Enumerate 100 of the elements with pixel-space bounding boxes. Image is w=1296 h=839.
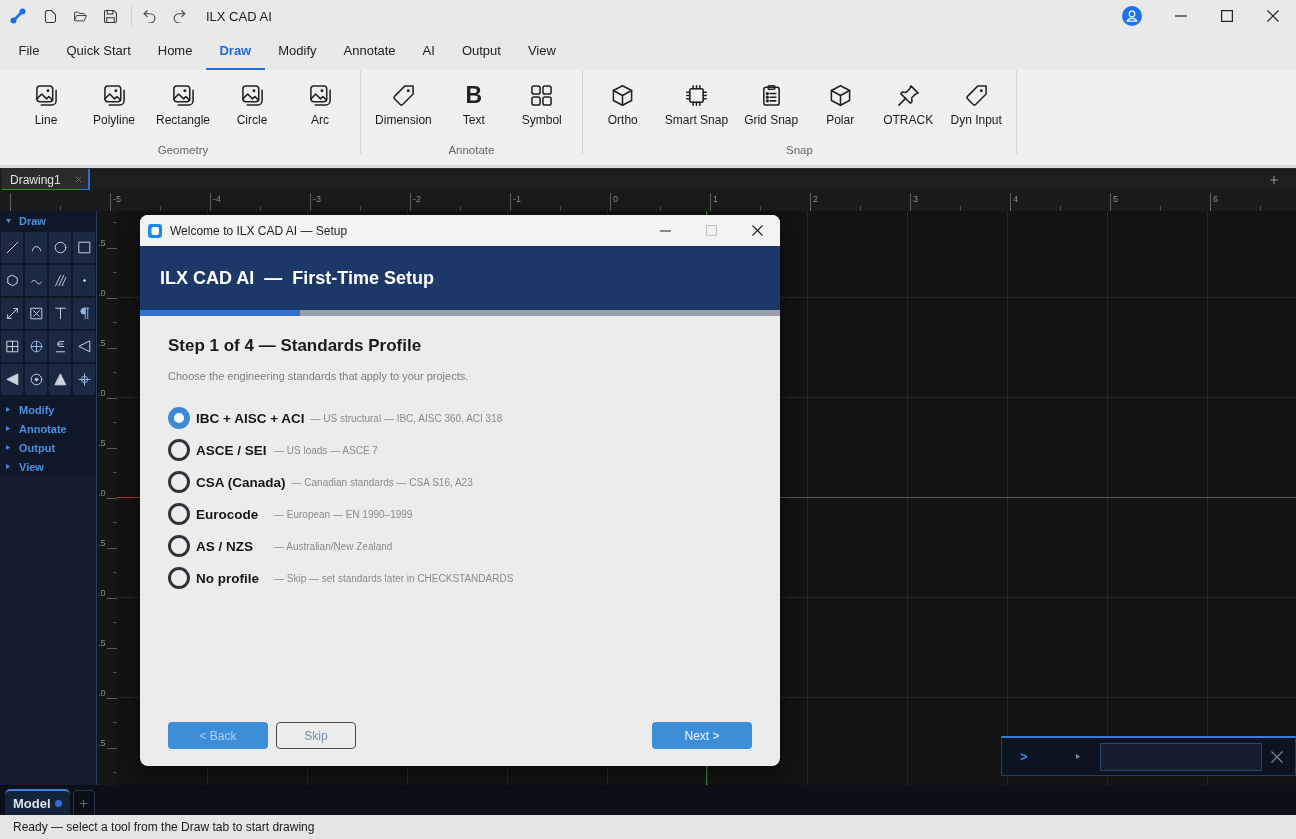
ruler-label: .0: [98, 288, 106, 298]
ruler-label: 3: [913, 194, 918, 204]
image-icon: [34, 84, 58, 107]
ribbon-button[interactable]: Grid Snap: [736, 84, 807, 127]
maximize-icon: [1221, 10, 1233, 22]
ruler-label: .0: [98, 688, 106, 698]
ribbon-button[interactable]: Ortho: [588, 84, 657, 127]
cube-icon: [611, 84, 635, 107]
radio-button[interactable]: [168, 439, 190, 461]
radio-button[interactable]: [168, 535, 190, 557]
radio-button[interactable]: [168, 471, 190, 493]
app-icon: [148, 223, 162, 238]
ruler-label: .0: [98, 588, 106, 598]
ribbon-tab[interactable]: File: [5, 32, 53, 70]
close-icon[interactable]: [1270, 750, 1283, 763]
circle-icon: [53, 241, 67, 254]
ribbon-tab[interactable]: Output: [448, 32, 515, 70]
ruler-label: .0: [98, 488, 106, 498]
document-tab[interactable]: Drawing1: [2, 169, 90, 190]
option-description: — Skip — set standards later in CHECKSTANDARDS: [274, 572, 514, 584]
close-icon[interactable]: [74, 176, 82, 183]
tool-button[interactable]: [73, 232, 95, 263]
ruler-label: -1: [513, 194, 521, 204]
tool-button[interactable]: [1, 298, 23, 329]
ruler-label: .5: [98, 638, 106, 648]
step-description: Choose the engineering standards that apply to your projects.: [168, 369, 469, 383]
ribbon-tab[interactable]: Quick Start: [52, 32, 145, 70]
cube-icon: [828, 84, 852, 107]
ribbon-button[interactable]: Line: [12, 84, 80, 127]
four-squares-icon: [530, 84, 554, 107]
tool-button[interactable]: [1, 331, 23, 362]
grid-square-icon: [5, 340, 19, 353]
ruler-label: 6: [1213, 194, 1218, 204]
ruler-label: .0: [98, 388, 106, 398]
tool-button[interactable]: [49, 232, 71, 263]
ribbon-tab[interactable]: AI: [409, 32, 449, 70]
pushpin-icon: [896, 84, 920, 107]
radio-button[interactable]: [168, 407, 190, 429]
ribbon-tab[interactable]: Annotate: [330, 32, 410, 70]
tool-button[interactable]: [73, 331, 95, 362]
ruler-label: .5: [98, 438, 106, 448]
command-prompt: >: [1020, 749, 1028, 764]
redo-icon: [172, 9, 186, 23]
palette-section-header[interactable]: Output: [0, 438, 96, 457]
option-label: ASCE / SEI: [196, 442, 268, 458]
palette-section-header[interactable]: View: [0, 457, 96, 476]
ribbon-button[interactable]: Symbol: [507, 84, 576, 127]
ribbon-button[interactable]: OTRACK: [874, 84, 943, 127]
option-label: AS / NZS: [196, 538, 254, 554]
palette-section-header[interactable]: Modify: [0, 400, 96, 419]
line-icon: [5, 241, 19, 254]
ribbon-button[interactable]: Circle: [218, 84, 287, 127]
ribbon-button[interactable]: Arc: [286, 84, 355, 127]
hatch-lines-icon: [53, 274, 67, 287]
ribbon-button[interactable]: Smart Snap: [656, 84, 737, 127]
tool-button[interactable]: [49, 298, 71, 329]
status-text: Ready — select a tool from the Draw tab to start drawing: [13, 820, 315, 834]
tool-button[interactable]: [1, 364, 23, 395]
account-button[interactable]: [1121, 5, 1143, 27]
palette-section-header[interactable]: Annotate: [0, 419, 96, 438]
tool-button[interactable]: [25, 331, 47, 362]
undo-icon: [142, 9, 156, 23]
close-icon: [751, 225, 763, 236]
letter-t-icon: [53, 307, 67, 320]
ribbon-tab[interactable]: Home: [144, 32, 206, 70]
tag-icon: [964, 84, 988, 107]
ribbon-button[interactable]: Rectangle: [148, 84, 219, 127]
ribbon-button[interactable]: Polyline: [80, 84, 148, 127]
tool-button[interactable]: [49, 265, 71, 296]
option-label: Eurocode: [196, 506, 260, 522]
tool-button[interactable]: [49, 364, 71, 395]
ruler-label: 5: [1113, 194, 1118, 204]
image-icon: [240, 84, 264, 107]
layout-tab[interactable]: Model: [5, 789, 70, 815]
ribbon-button[interactable]: Dyn Input: [942, 84, 1011, 127]
tool-button[interactable]: [25, 364, 47, 395]
radio-button[interactable]: [168, 503, 190, 525]
banner-title: ILX CAD AI — First-Time Setup: [160, 267, 435, 289]
ribbon-button[interactable]: Polar: [806, 84, 875, 127]
ribbon-button[interactable]: Dimension: [367, 84, 440, 127]
plus-icon: [80, 799, 88, 807]
small-triangle-icon: [1075, 754, 1080, 759]
option-description: — Australian/New Zealand: [274, 540, 393, 552]
ribbon-tab[interactable]: View: [514, 32, 570, 70]
ruler-label: .5: [98, 738, 106, 748]
radio-button[interactable]: [168, 567, 190, 589]
tool-button[interactable]: [25, 298, 47, 329]
tool-button[interactable]: [73, 298, 95, 329]
palette-section-header[interactable]: Draw: [0, 211, 96, 231]
ribbon-tab[interactable]: Modify: [264, 32, 331, 70]
tool-button[interactable]: [1, 265, 23, 296]
command-input[interactable]: [1099, 742, 1262, 771]
option-label: No profile: [196, 570, 260, 586]
tool-button[interactable]: [49, 331, 71, 362]
tool-button[interactable]: [73, 364, 95, 395]
ribbon-button[interactable]: B Text: [439, 84, 508, 127]
ruler-label: 0: [613, 194, 618, 204]
option-label: CSA (Canada): [196, 474, 286, 490]
option-description: — US loads — ASCE 7: [274, 444, 378, 456]
bold-letter-icon: B: [465, 84, 483, 107]
